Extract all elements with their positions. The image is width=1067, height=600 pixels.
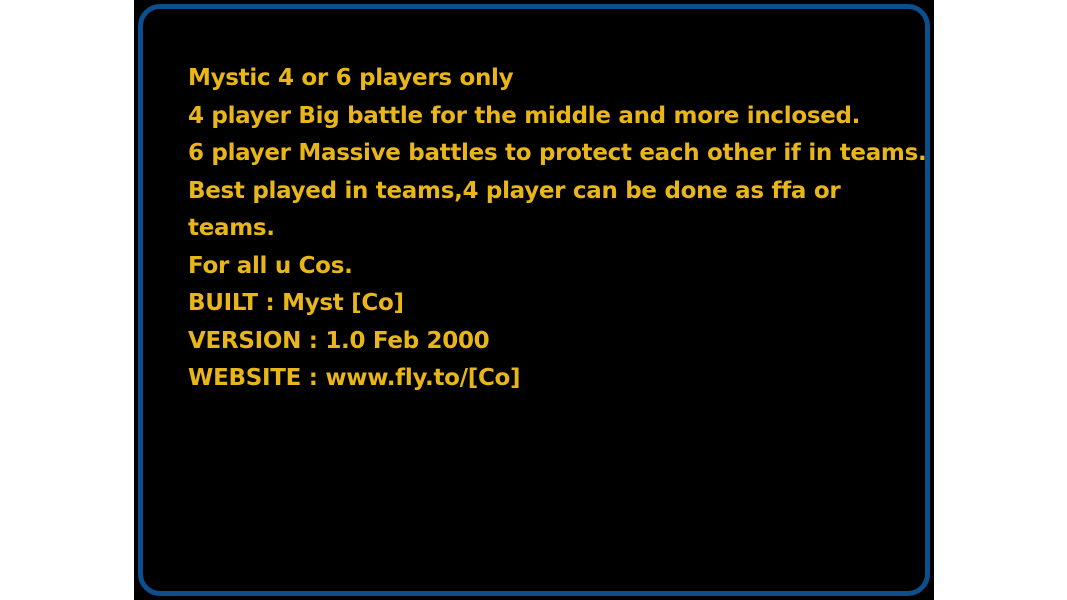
description-line: 6 player Massive battles to protect each…	[188, 140, 927, 166]
version-line: VERSION : 1.0 Feb 2000	[188, 327, 490, 354]
screen-frame: Mystic 4 or 6 players only 4 player Big …	[134, 0, 934, 600]
built-by-line: BUILT : Myst [Co]	[188, 290, 404, 316]
description-line: 4 player Big battle for the middle and m…	[188, 102, 861, 129]
map-description-panel: Mystic 4 or 6 players only 4 player Big …	[138, 4, 930, 596]
website-line: WEBSITE : www.fly.to/[Co]	[188, 365, 521, 391]
description-line: For all u Cos.	[188, 252, 353, 279]
description-line: Best played in teams,4 player can be don…	[188, 177, 841, 204]
description-line: teams.	[188, 215, 275, 241]
map-description-text: Mystic 4 or 6 players only 4 player Big …	[188, 60, 927, 398]
description-line: Mystic 4 or 6 players only	[188, 65, 514, 91]
